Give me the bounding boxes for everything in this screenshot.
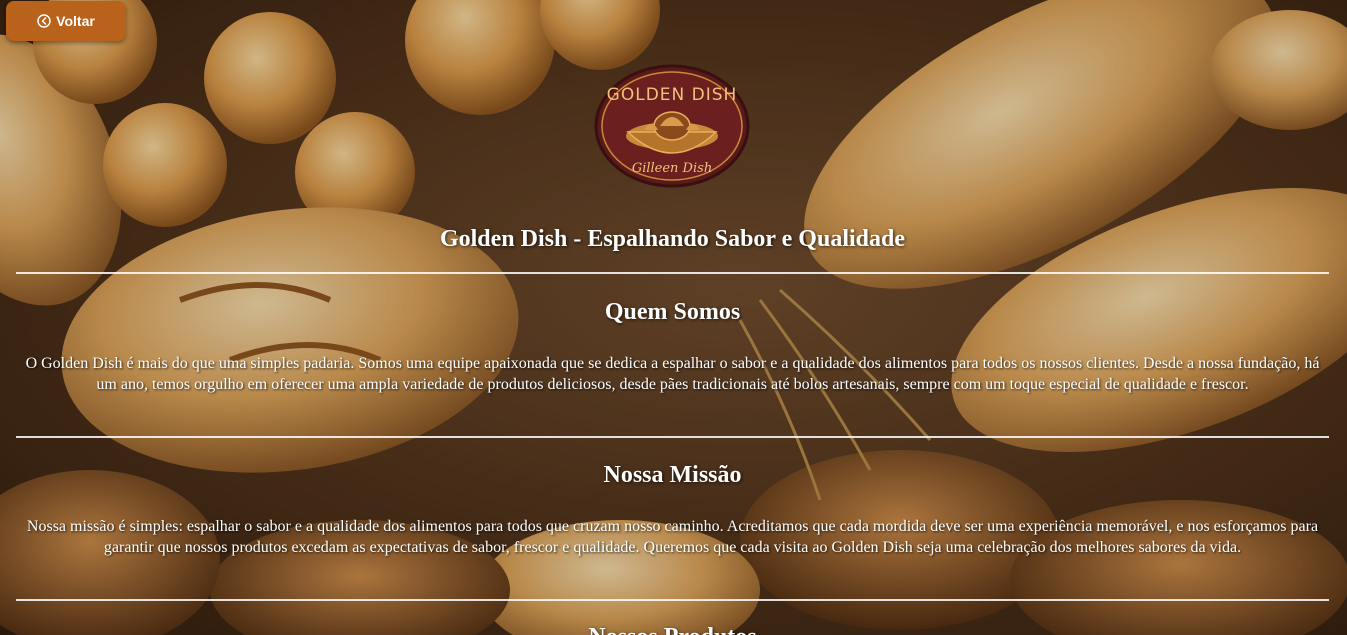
section-text-quem-somos: O Golden Dish é mais do que uma simples … [25,355,1320,393]
section-title-quem-somos: Quem Somos [604,299,741,325]
svg-text:Gilleen Dish: Gilleen Dish [632,161,712,176]
section-title-nossa-missao: Nossa Missão [603,462,742,488]
page-title: Golden Dish - Espalhando Sabor e Qualida… [439,226,906,252]
divider [16,272,1329,274]
section-title-nossos-produtos: Nossos Produtos [16,624,1329,635]
divider [16,436,1329,438]
arrow-left-circle-icon [37,14,51,28]
golden-dish-logo: GOLDEN DISH Gilleen Dish [592,64,752,188]
section-text-nossa-missao: Nossa missão é simples: espalhar o sabor… [26,518,1319,556]
back-button-label: Voltar [56,13,95,29]
svg-text:GOLDEN DISH: GOLDEN DISH [607,85,738,105]
back-button[interactable]: Voltar [6,1,126,41]
divider [16,599,1329,601]
